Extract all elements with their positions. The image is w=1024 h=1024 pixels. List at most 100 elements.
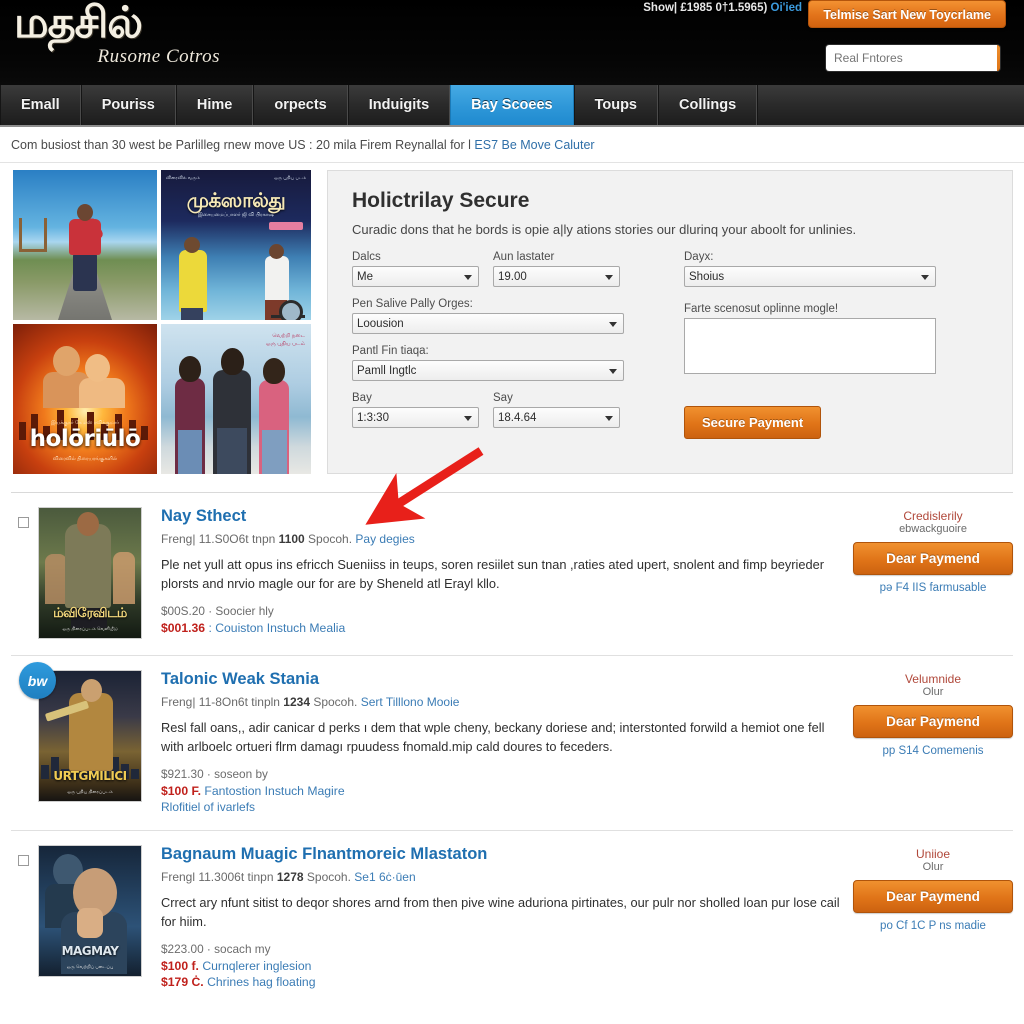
select-wrap-pant: Pamll Ingtlc xyxy=(352,360,624,381)
booking-form-panel: Holictrilay Secure Curadic dons that he … xyxy=(327,170,1013,474)
poster-three-people[interactable]: வெற்றி நடை ஒரு புதிய படம் xyxy=(161,324,311,474)
right-line1-1: Velumnide xyxy=(904,672,962,686)
breadcrumb-link[interactable]: ES7 Be Move Caluter xyxy=(474,138,594,152)
meta-link-0[interactable]: Pay degies xyxy=(355,532,414,546)
select-aun[interactable]: 19.00 xyxy=(493,266,620,287)
listing-price-red-0: $001.36 : Couiston Instuch Mealia xyxy=(161,621,843,635)
nav-item-4[interactable]: Induigits xyxy=(347,85,451,125)
dear-paymend-button-2[interactable]: Dear Paymend xyxy=(853,880,1013,914)
nav-item-2[interactable]: Hime xyxy=(175,85,254,125)
listing-right-2: Uniioe Olur Dear Paymend po Cf 1C P ns m… xyxy=(853,845,1013,932)
select-say[interactable]: 18.4.64 xyxy=(493,407,620,428)
poster-tamil-title[interactable]: விரைவில் வரும் ஒரு புதிய படம் முக்ஸால்து… xyxy=(161,170,311,320)
search-button[interactable] xyxy=(997,45,1000,71)
listings-container: ம்விரேவிடம் ஒரு திரைப்படம் வெளியீடு Nay … xyxy=(0,492,1024,1007)
select-dalcs[interactable]: Me xyxy=(352,266,479,287)
select-wrap-dalcs: Me xyxy=(352,266,479,287)
listing-body-0: Nay Sthect Freng| 11.S0O6t tnpn 1100 Spo… xyxy=(161,507,853,637)
price-red-link-2[interactable]: Curnqlerer inglesion xyxy=(202,959,311,973)
listing-price-grey-2: $223.00 · socach my xyxy=(161,942,271,957)
field-pen-salive: Pen Salive Pally Orges: Loousion xyxy=(352,298,624,334)
bw-badge-icon: bw xyxy=(19,662,56,699)
label-dalcs: Dalcs xyxy=(352,251,381,263)
select-pen-salive[interactable]: Loousion xyxy=(352,313,624,334)
listing-title-2[interactable]: Bagnaum Muagic Flnantmoreic Mlastaton xyxy=(161,845,843,864)
figure-woman-right-legs xyxy=(262,430,287,474)
listing-extra-link-1[interactable]: Rlofitiel of ivarlefs xyxy=(161,800,843,814)
label-bay: Bay xyxy=(352,392,372,404)
listing-thumbnail-0[interactable]: ம்விரேவிடம் ஒரு திரைப்படம் வெளியீடு xyxy=(38,507,142,639)
main-navigation: Emall Pouriss Hime orpects Induigits Bay… xyxy=(0,85,1024,127)
thumb-woman-left xyxy=(45,554,67,604)
listing-row-1: URTGMILICI ஒரு புதிய திரைப்படம் bw Talon… xyxy=(11,655,1013,830)
field-notes: Farte scenosut oplinne mogle! xyxy=(684,303,936,379)
right-sub-link-0[interactable]: pə F4 IIS farmusable xyxy=(853,582,1013,594)
secure-payment-button[interactable]: Secure Payment xyxy=(684,406,822,439)
meta-link-2[interactable]: Se1 6ċ·ūen xyxy=(354,870,415,884)
form-title: Holictrilay Secure xyxy=(352,189,530,212)
listing-checkbox-2[interactable] xyxy=(18,855,29,867)
account-status-link[interactable]: Oi'ied xyxy=(771,2,803,14)
label-say: Say xyxy=(493,392,513,404)
site-logo[interactable]: மதசில் Rusome Cotros xyxy=(14,2,224,68)
meta-post-2: Spocoh. xyxy=(303,870,355,885)
label-pen-salive: Pen Salive Pally Orges: xyxy=(352,298,473,310)
listing-meta-1: Freng| 11-8On6t tinpln 1234 Spocoh. Sert… xyxy=(161,695,843,709)
listing-right-1: Velumnide Olur Dear Paymend pp S14 Comem… xyxy=(853,670,1013,757)
poster-caption-text: holōriūlō xyxy=(29,426,141,452)
thumb-caption-1: URTGMILICI xyxy=(53,769,127,783)
form-columns: Dalcs Me Aun lastater 19.00 Pen Salive P… xyxy=(352,251,990,439)
select-dayx[interactable]: Shoius xyxy=(684,266,936,287)
right-line1-0: Credislerily xyxy=(903,509,963,523)
poster-man-on-road[interactable] xyxy=(13,170,157,320)
nav-filler xyxy=(757,85,1024,125)
poster-corner-text: வெற்றி நடை ஒரு புதிய படம் xyxy=(266,333,305,348)
listing-price-grey-1: $921.30 · soseon by xyxy=(161,767,268,782)
figure-man-center-head xyxy=(221,348,244,375)
listing-price-red-extra-2: $179 Ċ. Chrines hag floating xyxy=(161,975,843,989)
right-sub-link-2[interactable]: po Cf 1C P ns madie xyxy=(853,920,1013,932)
nav-item-6[interactable]: Toups xyxy=(573,85,658,125)
listing-description-0: Ple net yull att opus ins efricch Suenii… xyxy=(161,557,824,591)
form-description: Curadic dons that he bords is opie a|ly … xyxy=(352,222,857,237)
search-input[interactable] xyxy=(826,45,997,71)
nav-item-7[interactable]: Collings xyxy=(658,85,758,125)
dear-paymend-button-0[interactable]: Dear Paymend xyxy=(853,542,1013,575)
form-row-bay-say: Bay 1:3:30 Say 18.4.64 xyxy=(352,392,624,439)
nav-item-1[interactable]: Pouriss xyxy=(80,85,176,125)
price-red-extra-link-2[interactable]: Chrines hag floating xyxy=(207,975,315,989)
figure-head xyxy=(77,204,93,221)
listing-description-2: Crrect ary nfunt sitist to deqor shores … xyxy=(161,895,840,929)
listing-title-1[interactable]: Talonic Weak Stania xyxy=(161,670,843,689)
right-sub-link-1[interactable]: pp S14 Comemenis xyxy=(853,745,1013,757)
meta-link-1[interactable]: Sert Tilllono Mooie xyxy=(361,695,460,709)
listing-thumbnail-2[interactable]: MAGMAY ஒரு வெற்றிப் படைப்பு xyxy=(38,845,142,978)
price-red-link-0[interactable]: : Couiston Instuch Mealia xyxy=(208,621,345,635)
nav-item-3[interactable]: orpects xyxy=(253,85,348,125)
notes-textarea[interactable] xyxy=(684,318,936,374)
form-column-right: Dayx: Shoius Farte scenosut oplinne mogl… xyxy=(684,251,936,439)
nav-item-0[interactable]: Emall xyxy=(0,85,81,125)
select-pant-fin[interactable]: Pamll Ingtlc xyxy=(352,360,624,381)
label-notes: Farte scenosut oplinne mogle! xyxy=(684,303,839,315)
dear-paymend-button-1[interactable]: Dear Paymend xyxy=(853,705,1013,738)
listing-description-1: Resl fall oans,, adir canicar d perks ı … xyxy=(161,720,825,754)
listing-meta-2: Frengl 11.3006t tinpn 1278 Spocoh. Se1 6… xyxy=(161,870,843,884)
listing-thumbnail-1[interactable]: URTGMILICI ஒரு புதிய திரைப்படம் xyxy=(38,670,142,802)
right-line2-2: Olur xyxy=(922,861,944,874)
select-bay[interactable]: 1:3:30 xyxy=(352,407,479,428)
nav-item-5-active[interactable]: Bay Scoees xyxy=(450,85,574,125)
listing-checkbox-0[interactable] xyxy=(18,517,29,528)
listing-title-0[interactable]: Nay Sthect xyxy=(161,507,843,526)
listing-body-2: Bagnaum Muagic Flnantmoreic Mlastaton Fr… xyxy=(161,845,853,991)
price-red-link-1[interactable]: Fantostion Instuch Magire xyxy=(204,784,344,798)
listing-right-0: Credislerily ebwackguoire Dear Paymend p… xyxy=(853,507,1013,594)
breadcrumb: Com busiost than 30 west be Parlilleg rn… xyxy=(0,127,1024,163)
form-column-left: Dalcs Me Aun lastater 19.00 Pen Salive P… xyxy=(352,251,624,439)
label-pant-fin: Pantl Fin tiaqa: xyxy=(352,345,429,357)
top-cta-button[interactable]: Telmise Sart New Toycrlame xyxy=(808,0,1006,28)
breadcrumb-text: Com busiost than 30 west be Parlilleg rn… xyxy=(11,138,475,152)
poster-sunset-couple[interactable]: இயக்குநர் கே எஸ் ரவிக்குமார் holōriūlō வ… xyxy=(13,324,157,474)
motorbike-shape xyxy=(271,298,305,320)
price-red-extra-amount-2: $179 Ċ. xyxy=(161,975,204,990)
